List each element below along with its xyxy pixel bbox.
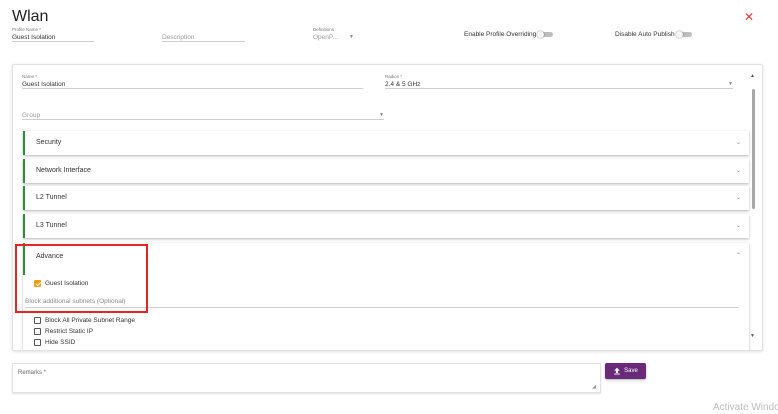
activate-windows-watermark: Activate Windo — [713, 402, 778, 413]
description-placeholder[interactable]: Description — [162, 33, 245, 42]
save-label: Save — [624, 368, 638, 374]
chevron-down-icon: ⌄ — [735, 168, 741, 174]
close-icon[interactable]: ✕ — [744, 11, 754, 23]
section-security[interactable]: Security ⌄ — [23, 131, 749, 155]
chevron-down-icon: ⌄ — [735, 195, 741, 201]
hide-ssid-checkbox[interactable]: Hide SSID — [34, 339, 75, 346]
chevron-down-icon: ⌄ — [735, 140, 741, 146]
disable-auto-publish-label: Disable Auto Publish — [615, 31, 675, 38]
checkbox[interactable] — [34, 339, 41, 346]
restrict-static-ip-checkbox[interactable]: Restrict Static IP — [34, 328, 93, 335]
scroll-down-icon[interactable]: ▼ — [750, 333, 755, 339]
disable-auto-publish-toggle[interactable] — [675, 31, 692, 38]
radios-select[interactable]: Radios * 2.4 & 5 GHz ▼ — [385, 74, 733, 89]
description-field[interactable]: Description — [162, 27, 245, 42]
chevron-down-icon: ▼ — [728, 81, 733, 87]
section-l3-tunnel[interactable]: L3 Tunnel ⌄ — [23, 214, 749, 238]
save-button[interactable]: Save — [605, 363, 646, 379]
enable-profile-overriding-toggle[interactable] — [537, 31, 554, 38]
hide-ssid-label: Hide SSID — [45, 339, 76, 346]
section-network-interface[interactable]: Network Interface ⌄ — [23, 159, 749, 183]
enable-profile-overriding-label: Enable Profile Overriding — [464, 31, 537, 38]
enable-profile-overriding[interactable]: Enable Profile Overriding — [464, 31, 554, 38]
profile-name-value[interactable]: Guest Isolation — [12, 33, 94, 42]
section-security-label: Security — [36, 139, 62, 146]
name-value[interactable]: Guest Isolation — [22, 80, 363, 89]
restrict-static-ip-label: Restrict Static IP — [45, 328, 94, 335]
section-l2-tunnel[interactable]: L2 Tunnel ⌄ — [23, 186, 749, 210]
disable-auto-publish[interactable]: Disable Auto Publish — [615, 31, 692, 38]
annotation-highlight-box — [15, 244, 148, 313]
resize-grip-icon[interactable]: ◢ — [592, 384, 596, 390]
chevron-down-icon: ▼ — [379, 112, 384, 118]
section-network-interface-label: Network Interface — [36, 167, 91, 174]
block-private-subnet-checkbox[interactable]: Block All Private Subnet Range — [34, 317, 135, 324]
upload-icon — [614, 367, 620, 375]
section-l3-tunnel-label: L3 Tunnel — [36, 222, 67, 229]
page-title: Wlan — [12, 8, 49, 25]
group-select[interactable]: Group ▼ — [22, 111, 384, 120]
chevron-down-icon: ▼ — [349, 34, 354, 40]
remarks-field[interactable]: Remarks * ◢ — [12, 363, 601, 393]
definitions-select[interactable]: Definitions OpenP... ▼ — [313, 27, 354, 42]
profile-name-field[interactable]: Profile Name * Guest Isolation — [12, 27, 94, 42]
chevron-up-icon[interactable]: ⌃ — [736, 252, 741, 259]
scroll-up-icon[interactable]: ▲ — [750, 73, 755, 79]
checkbox[interactable] — [34, 328, 41, 335]
remarks-label: Remarks * — [18, 370, 47, 376]
chevron-down-icon: ⌄ — [735, 223, 741, 229]
radios-value[interactable]: 2.4 & 5 GHz — [385, 80, 733, 89]
definitions-value[interactable]: OpenP... — [313, 33, 354, 42]
group-placeholder[interactable]: Group — [22, 111, 384, 120]
block-private-subnet-label: Block All Private Subnet Range — [45, 317, 135, 324]
checkbox[interactable] — [34, 317, 41, 324]
scrollbar-thumb[interactable] — [752, 89, 755, 209]
section-l2-tunnel-label: L2 Tunnel — [36, 194, 67, 201]
name-field[interactable]: Name * Guest Isolation — [22, 74, 363, 89]
